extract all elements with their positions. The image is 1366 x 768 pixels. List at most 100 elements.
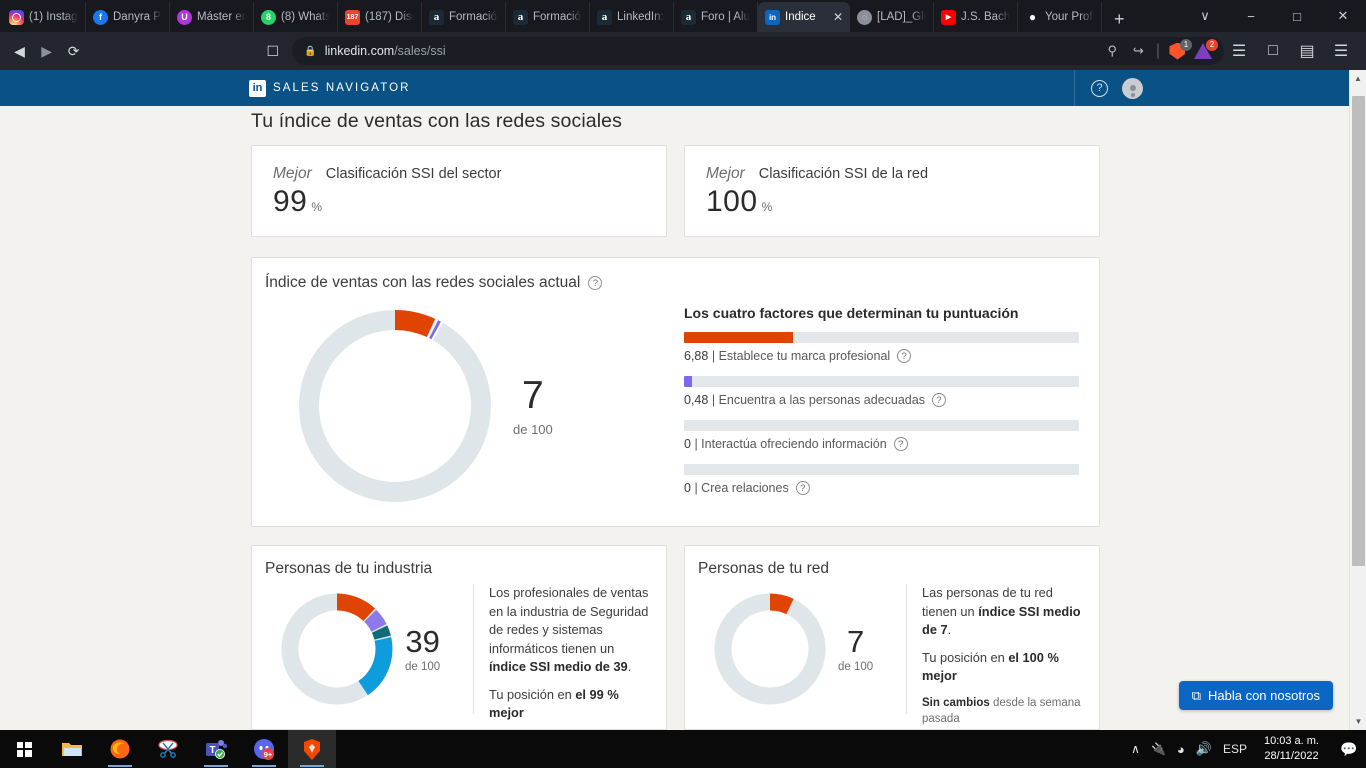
discord-logo-icon: 9+ (254, 739, 274, 760)
ssi-score-max: de 100 (513, 421, 553, 437)
amazon-icon: a (681, 9, 696, 25)
browser-tab[interactable]: f Danyra Paredes (86, 2, 170, 32)
disney-icon: 187 (345, 9, 360, 25)
forward-button[interactable]: ▶ (33, 36, 60, 66)
language-indicator[interactable]: ESP (1223, 742, 1247, 756)
help-icon[interactable]: ? (1091, 79, 1108, 97)
start-button[interactable] (0, 730, 48, 768)
page-scrollbar[interactable]: ▲ ▼ (1349, 70, 1366, 730)
firefox-icon[interactable] (96, 730, 144, 768)
factor-separator: | (711, 393, 716, 407)
wifi-icon[interactable]: ◕ (1177, 742, 1185, 757)
browser-tab[interactable]: U Máster en (170, 2, 254, 32)
factor-label-row: 6,88 | Establece tu marca profesional ? (684, 349, 1079, 363)
action-center-icon[interactable]: 💬 (1336, 741, 1362, 758)
factor-value: 6,88 (684, 349, 709, 363)
volume-icon[interactable]: 🔊 (1196, 741, 1212, 757)
scroll-up-icon[interactable]: ▲ (1350, 70, 1366, 87)
browser-tab[interactable]: 8 (8) WhatsApp (254, 2, 338, 32)
close-icon[interactable]: ✕ (833, 10, 843, 24)
help-icon[interactable]: ? (588, 276, 603, 290)
playlist-icon[interactable]: ☰ (1224, 36, 1254, 66)
sales-navigator-logo[interactable]: in SALES NAVIGATOR (249, 79, 411, 97)
snipping-tool-icon[interactable] (144, 730, 192, 768)
system-tray: ∧ 🔌 ◕ 🔊 ESP 10:03 a. m. 28/11/2022 💬 (1131, 734, 1366, 764)
minimize-button[interactable]: − (1228, 9, 1274, 24)
address-bar[interactable]: 🔒 linkedin.com/sales/ssi ⚲ ↪ | 1 2 (292, 37, 1224, 65)
industry-text-1a: Los profesionales de ventas en la indust… (489, 585, 649, 656)
ssi-rank-row: Mejor Clasificación SSI del sector 99 % … (251, 145, 1100, 237)
network-score-value: 7 (846, 623, 865, 659)
industry-description: Los profesionales de ventas en la indust… (474, 584, 654, 729)
tab-title: Formación (533, 11, 582, 23)
factor-bar (684, 420, 1079, 431)
browser-tab[interactable]: a LinkedIn: In (590, 2, 674, 32)
clock[interactable]: 10:03 a. m. 28/11/2022 (1258, 734, 1325, 764)
tab-title: Máster en (197, 11, 246, 23)
browser-tab-active[interactable]: in Índice ✕ (758, 2, 850, 32)
brave-browser-icon[interactable] (288, 730, 336, 768)
new-tab-button[interactable]: + (1102, 10, 1137, 32)
ssi-gauge-wrap: 7 de 100 (265, 298, 675, 514)
rank-prefix: Mejor (706, 165, 745, 182)
tab-search-icon[interactable]: ∨ (1182, 8, 1228, 24)
browser-tab[interactable]: a Formación (506, 2, 590, 32)
sidebar-icon[interactable]: □ (1258, 36, 1288, 66)
chat-button[interactable]: ⧉ Habla con nosotros (1178, 681, 1333, 710)
factor-text: 0 | Interactúa ofreciendo información (684, 437, 887, 451)
microsoft-teams-icon[interactable]: T (192, 730, 240, 768)
wallet-icon[interactable]: ▤ (1292, 36, 1322, 66)
browser-tab[interactable]: a Formación (422, 2, 506, 32)
maximize-button[interactable]: □ (1274, 9, 1320, 24)
network-text-3a: Sin cambios (922, 696, 990, 709)
brave-shields-icon[interactable]: 1 (1169, 38, 1192, 60)
ssi-industry-rank-card: Mejor Clasificación SSI del sector 99 % (251, 145, 667, 237)
scrollbar-thumb[interactable] (1352, 96, 1365, 566)
browser-tab[interactable]: 187 (187) Disney+ (338, 2, 422, 32)
discord-icon[interactable]: 9+ (240, 730, 288, 768)
amazon-icon: a (429, 9, 444, 25)
share-icon[interactable]: ↪ (1130, 43, 1147, 60)
tray-expand-icon[interactable]: ∧ (1131, 742, 1140, 756)
battery-icon[interactable]: 🔌 (1151, 742, 1166, 756)
reload-button[interactable]: ⟳ (60, 36, 87, 66)
industry-text-2a: Tu posición en (489, 686, 576, 702)
browser-menu-icon[interactable]: ☰ (1326, 36, 1356, 66)
factor-row: 6,88 | Establece tu marca profesional ? (684, 332, 1079, 363)
browser-tab[interactable]: ▶ J.S. Bach: (934, 2, 1018, 32)
tab-title: (8) WhatsApp (281, 11, 330, 23)
factor-value: 0 (684, 481, 691, 495)
help-icon[interactable]: ? (795, 481, 810, 495)
zoom-icon[interactable]: ⚲ (1104, 43, 1121, 60)
close-window-button[interactable]: ✕ (1320, 8, 1366, 24)
page-title: Tu índice de ventas con las redes social… (251, 110, 622, 132)
github-icon: ● (1025, 9, 1040, 25)
avatar[interactable] (1122, 77, 1143, 99)
factor-separator: | (694, 437, 698, 451)
rank-unit: % (761, 200, 773, 214)
windows-taskbar: T 9+ ∧ 🔌 ◕ 🔊 ESP 10:03 a. m. 28/11/2022 … (0, 730, 1366, 768)
bookmark-icon[interactable]: ☐ (259, 36, 286, 66)
people-cards-row: Personas de tu industria 39 de 100 Los p… (251, 545, 1100, 730)
back-button[interactable]: ◀ (6, 36, 33, 66)
network-text-1c: . (947, 622, 952, 638)
help-icon[interactable]: ? (931, 393, 946, 407)
browser-tab[interactable]: a Foro | Alu (674, 2, 758, 32)
tab-title: Índice (785, 11, 816, 23)
browser-tab[interactable]: ◌ [LAD]_Glo (850, 2, 934, 32)
help-icon[interactable]: ? (893, 437, 908, 451)
factor-value: 0 (684, 437, 691, 451)
scroll-down-icon[interactable]: ▼ (1350, 713, 1366, 730)
chat-button-label: Habla con nosotros (1207, 688, 1320, 703)
factor-separator: | (694, 481, 698, 495)
industry-text-1c: . (627, 659, 632, 675)
browser-tab[interactable]: (1) Instagram (2, 2, 86, 32)
industry-score-max: de 100 (405, 660, 441, 673)
factor-text: 0,48 | Encuentra a las personas adecuada… (684, 393, 925, 407)
extension-icon[interactable]: 2 (1194, 38, 1218, 60)
browser-tab[interactable]: ● Your Profi (1018, 2, 1102, 32)
lock-icon: 🔒 (304, 45, 317, 57)
help-icon[interactable]: ? (897, 349, 912, 363)
file-explorer-icon[interactable] (48, 730, 96, 768)
firefox-logo-icon (110, 739, 130, 759)
